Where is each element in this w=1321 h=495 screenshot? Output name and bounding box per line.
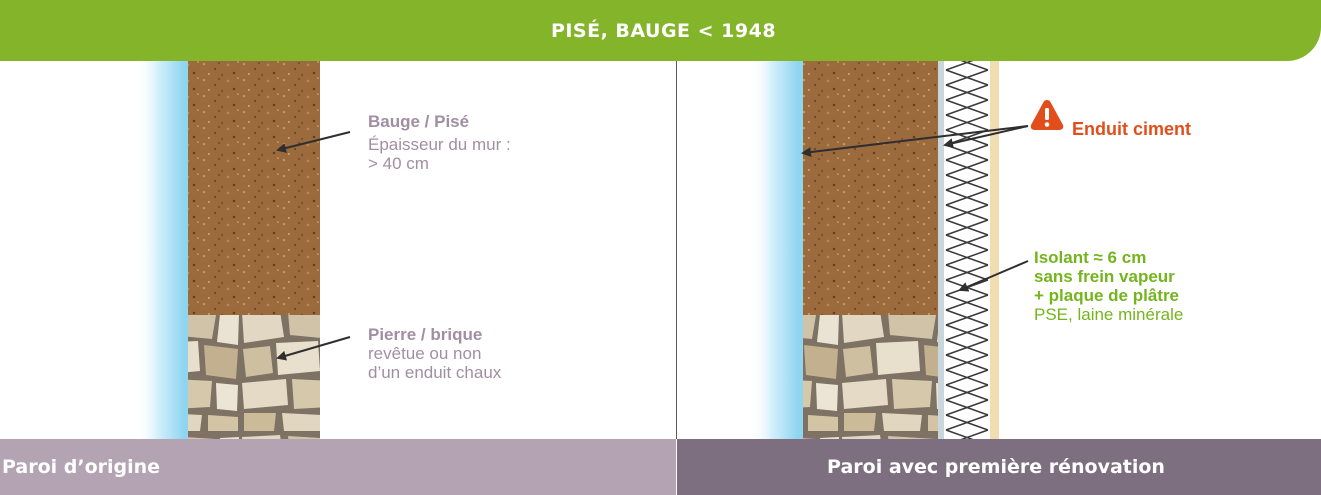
warning-triangle-icon xyxy=(1030,100,1064,130)
panel-divider xyxy=(676,61,677,439)
annotation-insulation-line2: sans frein vapeur xyxy=(1034,267,1175,286)
footer-left: Paroi d’origine xyxy=(0,439,676,495)
left-lime-render xyxy=(136,61,184,439)
annotation-stone-line1: revêtue ou non xyxy=(368,344,482,363)
footer-left-label: Paroi d’origine xyxy=(2,456,161,478)
footer-right-label: Paroi avec première rénovation xyxy=(827,456,1165,478)
right-cement-render xyxy=(750,61,798,439)
page: PISÉ, BAUGE < 1948 Bauge / Pisé Épaisseu… xyxy=(0,0,1321,495)
right-earth-layer xyxy=(803,61,938,315)
annotation-warning-label: Enduit ciment xyxy=(1072,119,1192,139)
annotation-insulation-line1: Isolant ≈ 6 cm xyxy=(1034,248,1147,267)
annotation-bauge-title: Bauge / Pisé xyxy=(368,112,470,131)
annotation-insulation-line3: + plaque de plâtre xyxy=(1034,286,1180,305)
annotation-bauge: Bauge / Pisé Épaisseur du mur : > 40 cm xyxy=(368,112,511,173)
left-wall xyxy=(136,61,320,439)
annotation-bauge-line1: Épaisseur du mur : xyxy=(368,135,511,154)
annotation-insulation-line4: PSE, laine minérale xyxy=(1034,305,1184,324)
right-inner-render xyxy=(798,61,803,439)
right-wall xyxy=(750,61,999,439)
annotation-stone: Pierre / brique revêtue ou non d’un endu… xyxy=(368,325,501,382)
header-title: PISÉ, BAUGE < 1948 xyxy=(550,19,777,42)
insulation-layer xyxy=(944,61,990,439)
right-stone-layer xyxy=(803,315,938,439)
annotation-bauge-line2: > 40 cm xyxy=(368,154,429,173)
left-stone-layer xyxy=(188,315,320,439)
header-banner: PISÉ, BAUGE < 1948 xyxy=(0,0,1321,61)
left-earth-layer xyxy=(188,61,320,315)
plasterboard-layer xyxy=(990,61,999,439)
right-cement-strip xyxy=(938,61,944,439)
left-inner-render xyxy=(184,61,188,439)
footer-right: Paroi avec première rénovation xyxy=(677,439,1321,495)
annotation-stone-line2: d’un enduit chaux xyxy=(368,363,502,382)
annotation-insulation: Isolant ≈ 6 cm sans frein vapeur + plaqu… xyxy=(1034,248,1183,324)
annotation-stone-title: Pierre / brique xyxy=(368,325,483,344)
